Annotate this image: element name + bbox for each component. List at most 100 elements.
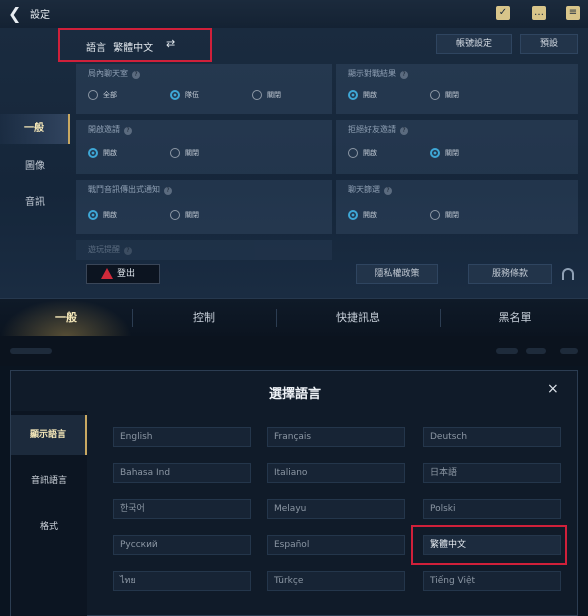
language-option[interactable]: Deutsch xyxy=(423,427,561,447)
help-icon[interactable]: ? xyxy=(400,127,408,135)
help-icon[interactable]: ? xyxy=(124,127,132,135)
language-modal: 選擇語言 × 顯示語言 音訊語言 格式 English Français Deu… xyxy=(10,370,578,616)
radio-icon xyxy=(348,210,358,220)
language-option[interactable]: 日本語 xyxy=(423,463,561,483)
terms-button[interactable]: 服務條款 xyxy=(468,264,552,284)
modal-tab-format[interactable]: 格式 xyxy=(11,507,87,547)
radio-icon xyxy=(170,90,180,100)
tab-quick-messages[interactable]: 快捷訊息 xyxy=(278,299,438,337)
check-list-icon[interactable]: ✓ xyxy=(496,6,510,20)
preset-button[interactable]: 預設 xyxy=(520,34,578,54)
radio-option[interactable]: 關閉 xyxy=(430,210,459,220)
sidebar-item-graphics[interactable]: 圖像 xyxy=(0,152,70,182)
blurred-content xyxy=(10,348,52,354)
language-option[interactable]: 한국어 xyxy=(113,499,251,519)
setting-title: 戰鬥音訊傳出式通知 xyxy=(88,185,160,194)
radio-option[interactable]: 關閉 xyxy=(430,90,459,100)
radio-option[interactable]: 開啟 xyxy=(348,148,377,158)
warning-icon xyxy=(101,268,113,279)
radio-option[interactable]: 開啟 xyxy=(348,90,377,100)
language-value: 繁體中文 xyxy=(113,43,154,54)
sidebar-item-general[interactable]: 一般 xyxy=(0,114,70,144)
tab-blacklist[interactable]: 黑名單 xyxy=(442,299,588,337)
language-selector[interactable]: 語言 繁體中文 xyxy=(86,39,153,54)
language-option[interactable]: Italiano xyxy=(267,463,405,483)
chat-icon[interactable]: … xyxy=(532,6,546,20)
setting-title: 拒絕好友邀請 xyxy=(348,125,396,134)
close-icon[interactable]: × xyxy=(547,381,559,397)
back-arrow-icon[interactable]: ❮ xyxy=(8,5,26,23)
radio-icon xyxy=(430,90,440,100)
setting-title: 局內聊天室 xyxy=(88,69,128,78)
setting-title: 聊天篩選 xyxy=(348,185,380,194)
modal-tab-audio-language[interactable]: 音訊語言 xyxy=(11,461,87,501)
language-label: 語言 xyxy=(86,43,106,54)
setting-card-show-results: 顯示對戰結果? 開啟 關閉 xyxy=(336,64,578,114)
logout-button[interactable]: 登出 xyxy=(86,264,160,284)
radio-icon xyxy=(88,148,98,158)
language-option[interactable]: English xyxy=(113,427,251,447)
radio-icon xyxy=(430,210,440,220)
language-option[interactable]: Polski xyxy=(423,499,561,519)
account-settings-button[interactable]: 帳號設定 xyxy=(436,34,512,54)
radio-icon xyxy=(88,90,98,100)
blurred-content xyxy=(560,348,578,354)
tab-divider xyxy=(276,309,277,327)
tab-bar: 一般 控制 快捷訊息 黑名單 xyxy=(0,298,588,337)
radio-option[interactable]: 關閉 xyxy=(170,210,199,220)
setting-title: 開啟邀請 xyxy=(88,125,120,134)
blurred-content xyxy=(526,348,546,354)
setting-title: 顯示對戰結果 xyxy=(348,69,396,78)
radio-option[interactable]: 關閉 xyxy=(430,148,459,158)
setting-card-audio-notify: 戰鬥音訊傳出式通知? 開啟 關閉 xyxy=(76,180,332,234)
language-option[interactable]: ไทย xyxy=(113,571,251,591)
tab-controls[interactable]: 控制 xyxy=(134,299,274,337)
blurred-content xyxy=(496,348,518,354)
headset-icon[interactable] xyxy=(562,268,574,280)
radio-icon xyxy=(430,148,440,158)
language-option[interactable]: Türkçe xyxy=(267,571,405,591)
radio-option[interactable]: 開啟 xyxy=(348,210,377,220)
settings-panel: 語言 繁體中文 ⇄ 帳號設定 預設 一般 圖像 音訊 局內聊天室? 全部 隊伍 … xyxy=(0,28,588,298)
modal-sidebar: 顯示語言 音訊語言 格式 xyxy=(11,411,87,616)
tab-general[interactable]: 一般 xyxy=(0,299,132,337)
radio-icon xyxy=(348,148,358,158)
top-bar: ❮ 設定 ✓ … ≡ xyxy=(0,0,588,28)
language-option[interactable]: Tiếng Việt xyxy=(423,571,561,591)
radio-option[interactable]: 關閉 xyxy=(252,90,281,100)
page-title: 設定 xyxy=(30,10,50,21)
modal-tab-display-language[interactable]: 顯示語言 xyxy=(11,415,87,455)
language-option[interactable]: Français xyxy=(267,427,405,447)
privacy-policy-button[interactable]: 隱私權政策 xyxy=(356,264,438,284)
swap-icon[interactable]: ⇄ xyxy=(166,37,175,50)
help-icon[interactable]: ? xyxy=(400,71,408,79)
sidebar-item-audio[interactable]: 音訊 xyxy=(0,188,70,218)
menu-icon[interactable]: ≡ xyxy=(566,6,580,20)
help-icon[interactable]: ? xyxy=(164,187,172,195)
radio-option[interactable]: 開啟 xyxy=(88,148,117,158)
radio-icon xyxy=(170,148,180,158)
radio-option[interactable]: 隊伍 xyxy=(170,90,199,100)
radio-icon xyxy=(252,90,262,100)
help-icon[interactable]: ? xyxy=(124,247,132,255)
tab-divider xyxy=(440,309,441,327)
language-option[interactable]: Русский xyxy=(113,535,251,555)
language-option[interactable]: Melayu xyxy=(267,499,405,519)
radio-icon xyxy=(88,210,98,220)
setting-card-ingame-chat: 局內聊天室? 全部 隊伍 關閉 xyxy=(76,64,332,114)
selected-highlight-box xyxy=(411,525,567,565)
radio-icon xyxy=(170,210,180,220)
radio-option[interactable]: 開啟 xyxy=(88,210,117,220)
modal-title: 選擇語言 xyxy=(268,387,321,402)
radio-icon xyxy=(348,90,358,100)
setting-card-reject-friend: 拒絕好友邀請? 開啟 關閉 xyxy=(336,120,578,174)
radio-option[interactable]: 全部 xyxy=(88,90,117,100)
language-option[interactable]: Español xyxy=(267,535,405,555)
language-option[interactable]: Bahasa Ind xyxy=(113,463,251,483)
setting-card-open-invite: 開啟邀請? 開啟 關閉 xyxy=(76,120,332,174)
setting-card-chat-filter: 聊天篩選? 開啟 關閉 xyxy=(336,180,578,234)
help-icon[interactable]: ? xyxy=(132,71,140,79)
tab-divider xyxy=(132,309,133,327)
help-icon[interactable]: ? xyxy=(384,187,392,195)
radio-option[interactable]: 關閉 xyxy=(170,148,199,158)
